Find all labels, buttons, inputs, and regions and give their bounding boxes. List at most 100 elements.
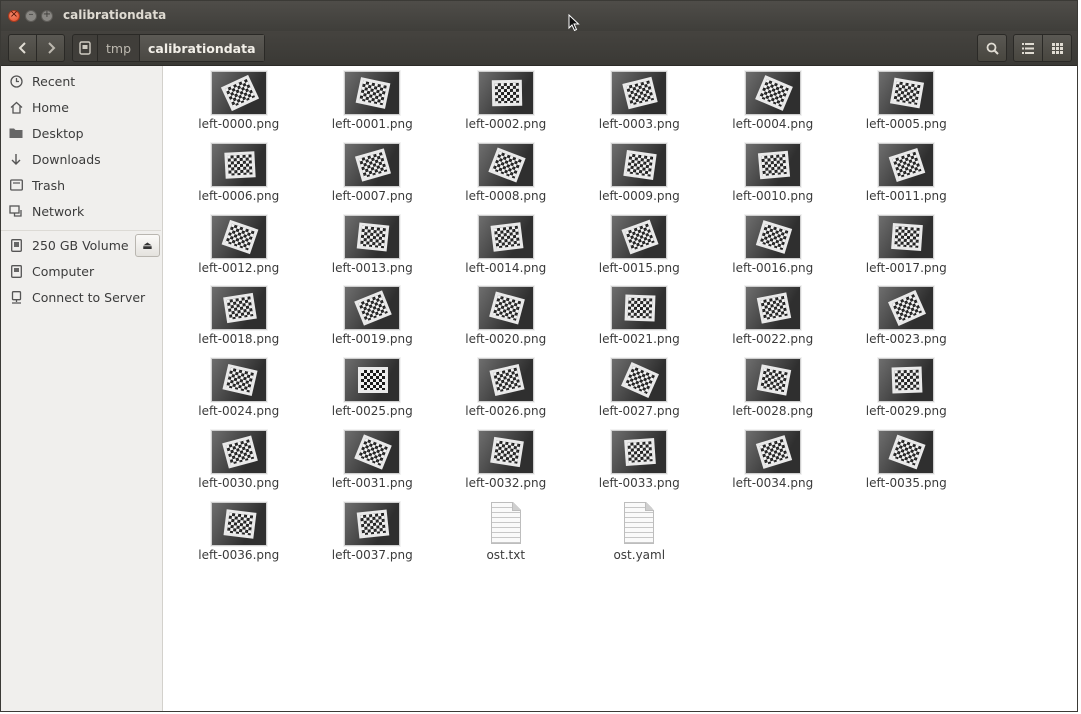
file-item[interactable]: left-0014.png xyxy=(439,214,573,287)
file-item[interactable]: left-0028.png xyxy=(706,358,840,430)
file-item[interactable]: left-0009.png xyxy=(573,142,707,215)
checkerboard-icon xyxy=(622,76,658,110)
sidebar-item-label: Computer xyxy=(32,263,95,279)
sidebar-divider xyxy=(1,230,161,231)
search-button[interactable] xyxy=(977,34,1007,62)
file-item[interactable]: left-0026.png xyxy=(439,358,573,430)
image-thumbnail xyxy=(344,71,401,115)
file-item[interactable]: left-0001.png xyxy=(306,71,440,143)
file-name: left-0019.png xyxy=(331,332,413,347)
checkerboard-icon xyxy=(222,293,257,324)
network-icon xyxy=(9,204,23,218)
sidebar-item-home[interactable]: Home xyxy=(1,94,161,120)
breadcrumb-calibrationdata[interactable]: calibrationdata xyxy=(139,35,264,61)
file-item[interactable]: left-0027.png xyxy=(573,358,707,430)
list-view-icon xyxy=(1022,42,1034,54)
file-item[interactable]: left-0037.png xyxy=(306,501,440,574)
checkerboard-icon xyxy=(489,436,524,468)
file-item[interactable]: left-0036.png xyxy=(172,501,306,574)
file-item[interactable]: left-0015.png xyxy=(573,214,707,287)
file-item[interactable]: ost.yaml xyxy=(573,501,707,574)
sidebar-item-computer[interactable]: Computer xyxy=(1,258,161,284)
file-item[interactable]: left-0005.png xyxy=(840,71,974,143)
file-item[interactable]: left-0022.png xyxy=(706,286,840,358)
image-thumbnail xyxy=(344,501,401,546)
eject-button[interactable]: ⏏ xyxy=(135,234,160,257)
image-thumbnail xyxy=(611,142,668,187)
file-item[interactable]: left-0019.png xyxy=(306,286,440,358)
breadcrumb-root-button[interactable] xyxy=(73,35,97,61)
file-item[interactable]: left-0000.png xyxy=(172,71,306,143)
file-item[interactable]: left-0020.png xyxy=(439,286,573,358)
maximize-window-button[interactable]: + xyxy=(41,9,53,22)
sidebar-item-connect-to-server[interactable]: Connect to Server xyxy=(1,284,161,310)
image-thumbnail xyxy=(878,429,935,474)
file-item[interactable]: left-0031.png xyxy=(306,429,440,502)
sidebar-item-downloads[interactable]: Downloads xyxy=(1,146,161,172)
file-name: left-0002.png xyxy=(465,117,547,131)
file-item[interactable]: left-0011.png xyxy=(840,142,974,215)
file-name: left-0022.png xyxy=(732,332,814,347)
checkerboard-icon xyxy=(356,222,390,252)
file-name: left-0011.png xyxy=(865,188,947,203)
grid-view-button[interactable] xyxy=(1042,35,1071,61)
file-item[interactable]: left-0024.png xyxy=(172,358,306,430)
image-thumbnail xyxy=(210,429,267,474)
sidebar-item-network[interactable]: Network xyxy=(1,198,161,224)
image-thumbnail xyxy=(210,501,267,546)
list-view-button[interactable] xyxy=(1014,35,1042,61)
checkerboard-icon xyxy=(223,509,257,539)
file-item[interactable]: left-0034.png xyxy=(706,429,840,502)
checkerboard-icon xyxy=(221,435,258,469)
file-item[interactable]: left-0008.png xyxy=(439,142,573,215)
sidebar-item-trash[interactable]: Trash xyxy=(1,172,161,198)
file-item[interactable]: left-0021.png xyxy=(573,286,707,358)
checkerboard-icon xyxy=(491,79,522,107)
image-thumbnail xyxy=(611,429,668,474)
file-item[interactable]: left-0017.png xyxy=(840,214,974,287)
checkerboard-icon xyxy=(488,147,526,183)
checkerboard-icon xyxy=(222,364,258,397)
forward-button[interactable] xyxy=(36,35,64,61)
file-name: left-0003.png xyxy=(598,117,680,131)
image-thumbnail xyxy=(744,71,801,115)
image-thumbnail xyxy=(611,286,668,331)
file-name: left-0034.png xyxy=(732,475,814,490)
close-window-button[interactable]: × xyxy=(8,9,20,22)
file-item[interactable]: left-0002.png xyxy=(439,71,573,143)
file-item[interactable]: ost.txt xyxy=(439,501,573,574)
checkerboard-icon xyxy=(891,222,924,251)
file-item[interactable]: left-0013.png xyxy=(306,214,440,287)
file-item[interactable]: left-0033.png xyxy=(573,429,707,502)
image-thumbnail xyxy=(344,429,401,474)
minimize-window-button[interactable]: – xyxy=(25,9,37,22)
image-thumbnail xyxy=(210,286,267,331)
back-button[interactable] xyxy=(9,35,36,61)
image-thumbnail xyxy=(744,286,801,331)
file-item[interactable]: left-0032.png xyxy=(439,429,573,502)
breadcrumb-tmp[interactable]: tmp xyxy=(97,35,139,61)
file-item[interactable]: left-0007.png xyxy=(306,142,440,215)
file-item[interactable]: left-0023.png xyxy=(840,286,974,358)
file-item[interactable]: left-0018.png xyxy=(172,286,306,358)
sidebar-item-recent[interactable]: Recent xyxy=(1,68,161,94)
sidebar-item-desktop[interactable]: Desktop xyxy=(1,120,161,146)
checkerboard-icon xyxy=(755,219,792,254)
sidebar-item-label: Downloads xyxy=(32,151,101,167)
file-item[interactable]: left-0003.png xyxy=(573,71,707,143)
file-name: left-0018.png xyxy=(198,332,280,347)
file-item[interactable]: left-0030.png xyxy=(172,429,306,502)
file-item[interactable]: left-0029.png xyxy=(840,358,974,430)
checkerboard-icon xyxy=(354,434,393,470)
file-item[interactable]: left-0004.png xyxy=(706,71,840,143)
breadcrumb: tmp calibrationdata xyxy=(72,34,265,62)
file-item[interactable]: left-0010.png xyxy=(706,142,840,215)
file-item[interactable]: left-0012.png xyxy=(172,214,306,287)
file-item[interactable]: left-0016.png xyxy=(706,214,840,287)
title-bar: × – + calibrationdata xyxy=(1,1,1077,31)
sidebar-item-label: Desktop xyxy=(32,125,84,141)
file-item[interactable]: left-0025.png xyxy=(306,358,440,430)
file-item[interactable]: left-0035.png xyxy=(840,429,974,502)
file-item[interactable]: left-0006.png xyxy=(172,142,306,215)
image-thumbnail xyxy=(477,286,534,331)
